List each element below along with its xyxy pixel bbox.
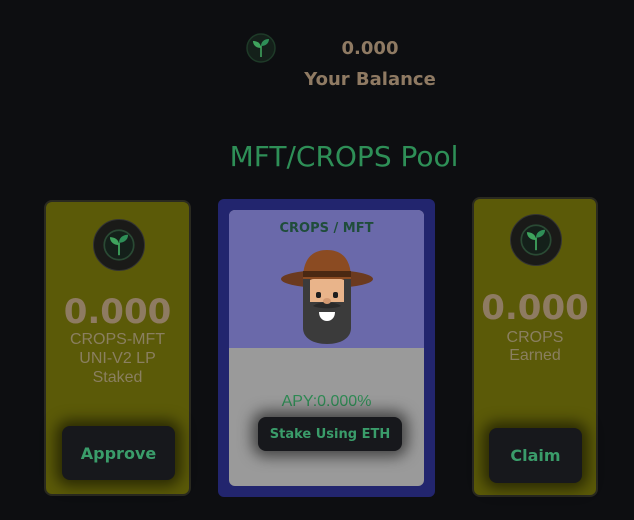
- staked-value: 0.000: [63, 292, 172, 332]
- approve-button[interactable]: Approve: [62, 426, 175, 480]
- staked-logo: [93, 219, 145, 271]
- earned-logo: [510, 214, 562, 266]
- earned-line-2: Earned: [509, 347, 561, 364]
- claim-button[interactable]: Claim: [489, 428, 582, 483]
- balance-label: Your Balance: [304, 69, 436, 90]
- stake-using-eth-button[interactable]: Stake Using ETH: [258, 417, 402, 451]
- staked-line-2: UNI-V2 LP: [79, 350, 156, 367]
- crops-logo-icon: [103, 229, 135, 261]
- pool-title: MFT/CROPS Pool: [229, 140, 459, 173]
- pair-label: CROPS / MFT: [279, 221, 374, 236]
- crops-logo-icon: [520, 224, 552, 256]
- stake-card: CROPS / MFT APY:0.000% Stake Using ETH: [218, 199, 435, 497]
- apy-value: APY:0.000%: [281, 393, 372, 410]
- balance-value: 0.000: [341, 38, 399, 59]
- staked-line-3: Staked: [92, 369, 143, 386]
- staked-line-1: CROPS-MFT: [69, 331, 166, 348]
- earned-card: 0.000 CROPS Earned Claim: [472, 197, 598, 497]
- farmer-avatar-icon: [281, 250, 373, 344]
- staked-card: 0.000 CROPS-MFT UNI-V2 LP Staked Approve: [44, 200, 191, 496]
- crops-logo-icon: [246, 33, 276, 63]
- earned-line-1: CROPS: [506, 329, 564, 346]
- earned-value: 0.000: [481, 288, 589, 328]
